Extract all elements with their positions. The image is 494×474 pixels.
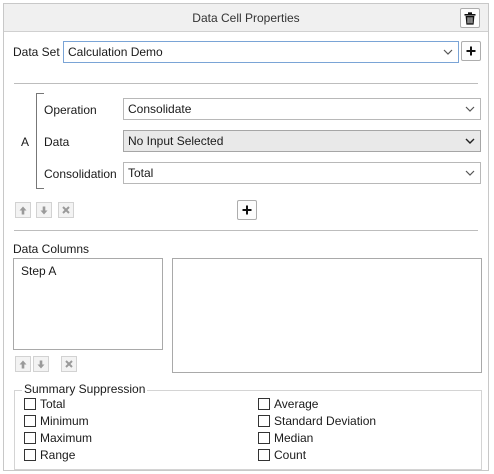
move-step-down-button[interactable] bbox=[36, 202, 52, 218]
divider bbox=[14, 230, 478, 231]
data-label: Data bbox=[44, 135, 70, 149]
column-detail-panel bbox=[172, 258, 482, 373]
consolidation-select[interactable]: Total bbox=[123, 162, 481, 184]
checkbox-box[interactable] bbox=[258, 415, 270, 427]
remove-column-button[interactable] bbox=[61, 356, 77, 372]
checkbox-box[interactable] bbox=[24, 415, 36, 427]
dataset-select-value: Calculation Demo bbox=[68, 45, 163, 59]
dataset-select[interactable]: Calculation Demo bbox=[63, 41, 459, 63]
checkbox-label: Minimum bbox=[40, 414, 89, 428]
checkbox-box[interactable] bbox=[258, 432, 270, 444]
list-item[interactable]: Step A bbox=[21, 264, 56, 278]
range-checkbox[interactable]: Range bbox=[24, 448, 75, 462]
summary-suppression-group bbox=[14, 390, 482, 470]
data-select[interactable]: No Input Selected bbox=[123, 130, 481, 152]
arrow-down-icon bbox=[40, 206, 48, 214]
consolidation-select-value: Total bbox=[128, 166, 154, 180]
add-step-button[interactable] bbox=[237, 200, 257, 220]
checkbox-label: Median bbox=[274, 431, 314, 445]
checkbox-box[interactable] bbox=[24, 449, 36, 461]
delete-button[interactable] bbox=[460, 8, 480, 28]
chevron-down-icon bbox=[443, 49, 453, 55]
checkbox-label: Standard Deviation bbox=[274, 414, 377, 428]
move-step-up-button[interactable] bbox=[15, 202, 31, 218]
chevron-down-icon bbox=[465, 170, 475, 176]
trash-icon bbox=[464, 11, 476, 25]
dataset-label: Data Set bbox=[13, 45, 60, 59]
consolidation-label: Consolidation bbox=[44, 167, 117, 181]
plus-icon bbox=[242, 205, 252, 215]
checkbox-box[interactable] bbox=[258, 398, 270, 410]
arrow-up-icon bbox=[19, 360, 27, 368]
count-checkbox[interactable]: Count bbox=[258, 448, 306, 462]
maximum-checkbox[interactable]: Maximum bbox=[24, 431, 92, 445]
divider bbox=[14, 83, 478, 84]
data-columns-label: Data Columns bbox=[13, 242, 90, 256]
x-icon bbox=[62, 206, 70, 214]
median-checkbox[interactable]: Median bbox=[258, 431, 313, 445]
operation-select-value: Consolidate bbox=[128, 102, 192, 116]
checkbox-label: Maximum bbox=[40, 431, 93, 445]
data-columns-list[interactable]: Step A bbox=[13, 258, 163, 350]
move-column-down-button[interactable] bbox=[33, 356, 49, 372]
panel-title: Data Cell Properties bbox=[192, 11, 300, 25]
x-icon bbox=[65, 360, 73, 368]
add-dataset-button[interactable] bbox=[461, 41, 481, 61]
checkbox-label: Count bbox=[274, 448, 307, 462]
checkbox-label: Range bbox=[40, 448, 76, 462]
data-cell-properties-panel: Data Cell Properties Data Set Calculatio… bbox=[3, 3, 489, 471]
total-checkbox[interactable]: Total bbox=[24, 397, 65, 411]
data-select-value: No Input Selected bbox=[128, 134, 224, 148]
checkbox-box[interactable] bbox=[258, 449, 270, 461]
checkbox-label: Total bbox=[40, 397, 66, 411]
operation-label: Operation bbox=[44, 103, 97, 117]
arrow-up-icon bbox=[19, 206, 27, 214]
operation-select[interactable]: Consolidate bbox=[123, 98, 481, 120]
checkbox-box[interactable] bbox=[24, 432, 36, 444]
checkbox-box[interactable] bbox=[24, 398, 36, 410]
move-column-up-button[interactable] bbox=[15, 356, 31, 372]
chevron-down-icon bbox=[465, 138, 475, 144]
checkbox-label: Average bbox=[274, 397, 319, 411]
standard-deviation-checkbox[interactable]: Standard Deviation bbox=[258, 414, 376, 428]
remove-step-button[interactable] bbox=[58, 202, 74, 218]
average-checkbox[interactable]: Average bbox=[258, 397, 318, 411]
minimum-checkbox[interactable]: Minimum bbox=[24, 414, 89, 428]
step-letter: A bbox=[21, 135, 30, 149]
summary-suppression-title: Summary Suppression bbox=[22, 382, 148, 396]
panel-titlebar: Data Cell Properties bbox=[4, 4, 488, 32]
arrow-down-icon bbox=[37, 360, 45, 368]
chevron-down-icon bbox=[465, 106, 475, 112]
plus-icon bbox=[466, 46, 476, 56]
